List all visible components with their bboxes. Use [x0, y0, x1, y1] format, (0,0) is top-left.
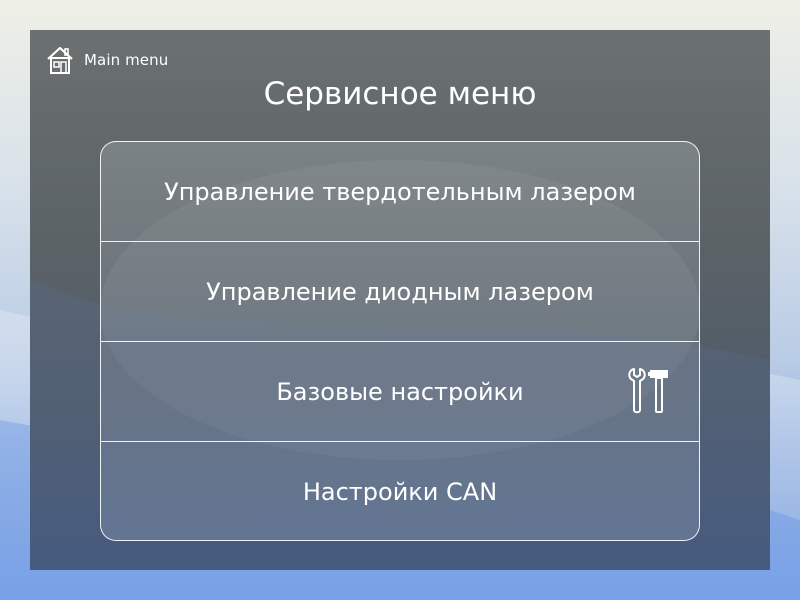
- service-menu-list: Управление твердотельным лазером Управле…: [100, 141, 700, 541]
- main-menu-button[interactable]: Main menu: [46, 45, 168, 75]
- menu-item-label: Базовые настройки: [276, 377, 524, 406]
- menu-item-label: Управление твердотельным лазером: [164, 177, 636, 206]
- page-title: Сервисное меню: [263, 76, 537, 112]
- menu-item-label: Управление диодным лазером: [206, 277, 594, 306]
- menu-item-label: Настройки CAN: [302, 477, 498, 506]
- service-menu-panel: Main menu Сервисное меню Управление твер…: [30, 30, 770, 570]
- menu-item-basic-settings[interactable]: Базовые настройки: [101, 342, 699, 442]
- home-icon: [47, 46, 73, 74]
- menu-item-solid-state-laser[interactable]: Управление твердотельным лазером: [101, 142, 699, 242]
- tools-icon: [628, 368, 668, 414]
- main-menu-label: Main menu: [84, 51, 169, 69]
- menu-item-can-settings[interactable]: Настройки CAN: [101, 442, 699, 540]
- menu-item-diode-laser[interactable]: Управление диодным лазером: [101, 242, 699, 342]
